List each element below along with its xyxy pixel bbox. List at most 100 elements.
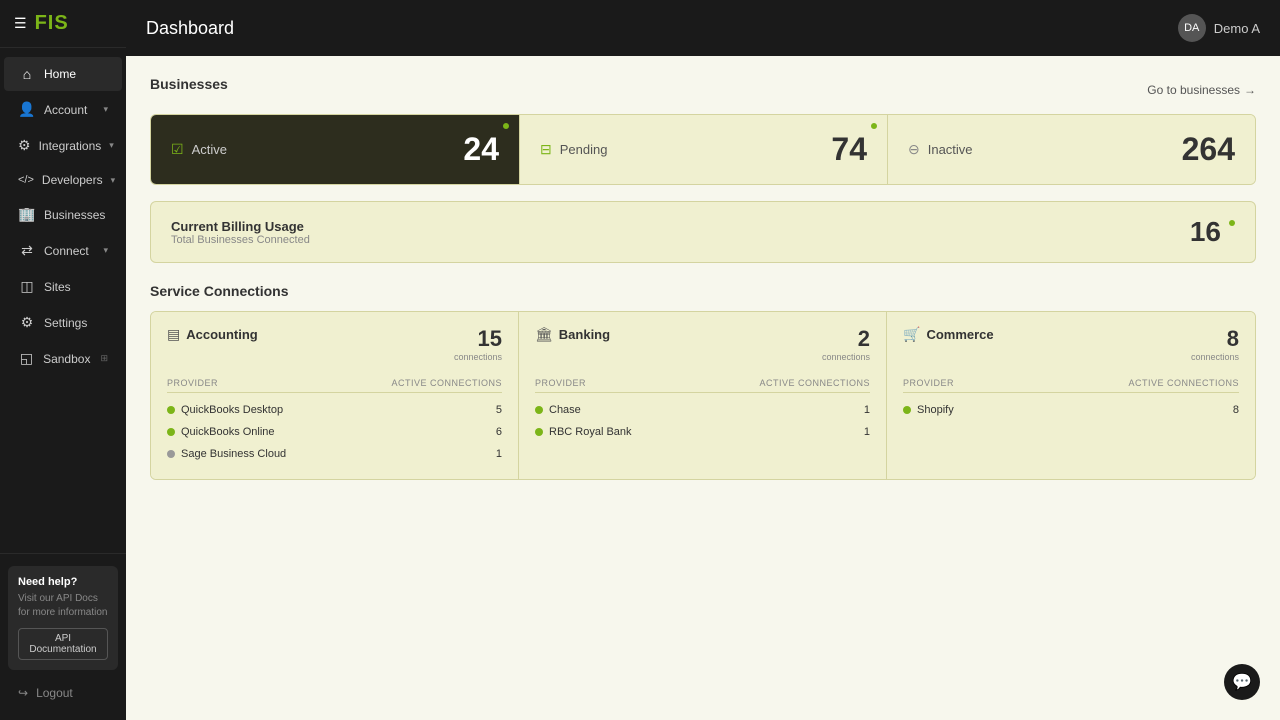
provider-name: Sage Business Cloud bbox=[181, 448, 286, 460]
sidebar-item-label: Businesses bbox=[44, 208, 108, 222]
commerce-title-row: 🛒 Commerce bbox=[903, 326, 994, 343]
sidebar-item-businesses[interactable]: 🏢 Businesses bbox=[4, 197, 122, 232]
sidebar-item-sites[interactable]: ◫ Sites bbox=[4, 269, 122, 304]
logout-icon: ↪ bbox=[18, 686, 28, 700]
sidebar-item-label: Developers bbox=[42, 173, 103, 187]
settings-icon: ⚙ bbox=[18, 314, 36, 331]
chat-bubble-button[interactable]: 💬 bbox=[1224, 664, 1260, 700]
sidebar-item-label: Sandbox bbox=[43, 352, 90, 366]
provider-name: QuickBooks Online bbox=[181, 426, 275, 438]
provider-row-left: Chase bbox=[535, 404, 864, 416]
provider-name: Shopify bbox=[917, 404, 954, 416]
status-dot-icon bbox=[167, 406, 175, 414]
accounting-service-card: ▤ Accounting 15 connections PROVIDER ACT… bbox=[151, 312, 519, 479]
sidebar-item-home[interactable]: ⌂ Home bbox=[4, 57, 122, 91]
provider-name: QuickBooks Desktop bbox=[181, 404, 283, 416]
page-title: Dashboard bbox=[146, 18, 234, 39]
provider-col-header: PROVIDER bbox=[903, 378, 1128, 388]
provider-name: RBC Royal Bank bbox=[549, 426, 632, 438]
status-dot-icon bbox=[535, 428, 543, 436]
table-row: Chase 1 bbox=[535, 399, 870, 421]
active-business-card[interactable]: ☑ Active 24 bbox=[151, 115, 519, 184]
commerce-count-label: connections bbox=[1191, 352, 1239, 362]
pending-count: 74 bbox=[831, 131, 867, 168]
arrow-right-icon: → bbox=[1244, 83, 1256, 97]
businesses-section-title: Businesses bbox=[150, 76, 228, 92]
service-connections-title: Service Connections bbox=[150, 283, 1256, 299]
integrations-icon: ⚙ bbox=[18, 137, 31, 154]
sidebar-item-label: Account bbox=[44, 103, 95, 117]
status-dot-icon bbox=[535, 406, 543, 414]
user-menu[interactable]: DA Demo A bbox=[1178, 14, 1260, 42]
go-to-businesses-label: Go to businesses bbox=[1147, 83, 1240, 97]
sidebar: ☰ FIS ⌂ Home 👤 Account ▾ ⚙ Integrations … bbox=[0, 0, 126, 720]
inactive-label: Inactive bbox=[928, 142, 973, 157]
pending-label: Pending bbox=[560, 142, 608, 157]
connections-col-header: ACTIVE CONNECTIONS bbox=[759, 378, 870, 388]
sandbox-icon: ◱ bbox=[18, 350, 35, 367]
businesses-header: Businesses Go to businesses → bbox=[150, 76, 1256, 104]
inactive-business-card[interactable]: ⊖ Inactive 264 bbox=[887, 115, 1255, 184]
sidebar-item-account[interactable]: 👤 Account ▾ bbox=[4, 92, 122, 127]
user-name: Demo A bbox=[1214, 21, 1260, 36]
sidebar-item-label: Home bbox=[44, 67, 108, 81]
service-connections-grid: ▤ Accounting 15 connections PROVIDER ACT… bbox=[150, 311, 1256, 480]
active-label: Active bbox=[192, 142, 227, 157]
logout-button[interactable]: ↪ Logout bbox=[8, 678, 118, 708]
sites-icon: ◫ bbox=[18, 278, 36, 295]
sidebar-item-label: Settings bbox=[44, 316, 108, 330]
connection-count: 1 bbox=[496, 448, 502, 460]
provider-row-left: QuickBooks Online bbox=[167, 426, 496, 438]
table-row: Sage Business Cloud 1 bbox=[167, 443, 502, 465]
provider-col-header: PROVIDER bbox=[535, 378, 759, 388]
commerce-table-header: PROVIDER ACTIVE CONNECTIONS bbox=[903, 374, 1239, 393]
go-to-businesses-link[interactable]: Go to businesses → bbox=[1147, 83, 1256, 97]
accounting-count: 15 bbox=[454, 326, 502, 352]
table-row: Shopify 8 bbox=[903, 399, 1239, 421]
commerce-title: Commerce bbox=[926, 327, 993, 342]
api-docs-button[interactable]: API Documentation bbox=[18, 628, 108, 660]
hamburger-icon[interactable]: ☰ bbox=[14, 15, 27, 32]
sidebar-item-developers[interactable]: </> Developers ▾ bbox=[4, 164, 122, 196]
chat-icon: 💬 bbox=[1232, 672, 1252, 692]
pending-card-left: ⊟ Pending bbox=[540, 141, 607, 158]
sidebar-item-label: Sites bbox=[44, 280, 108, 294]
logout-label: Logout bbox=[36, 686, 73, 700]
active-indicator bbox=[503, 123, 509, 129]
business-cards: ☑ Active 24 ⊟ Pending 74 ⊖ Inactive bbox=[150, 114, 1256, 185]
connection-count: 1 bbox=[864, 426, 870, 438]
sidebar-item-connect[interactable]: ⇄ Connect ▾ bbox=[4, 233, 122, 268]
avatar: DA bbox=[1178, 14, 1206, 42]
banking-count: 2 bbox=[822, 326, 870, 352]
billing-count-area: 16 bbox=[1190, 216, 1235, 248]
inactive-count: 264 bbox=[1182, 131, 1235, 168]
sidebar-item-settings[interactable]: ⚙ Settings bbox=[4, 305, 122, 340]
sidebar-item-integrations[interactable]: ⚙ Integrations ▾ bbox=[4, 128, 122, 163]
logo: FIS bbox=[35, 12, 69, 35]
banking-count-area: 2 connections bbox=[822, 326, 870, 362]
pending-business-card[interactable]: ⊟ Pending 74 bbox=[519, 115, 887, 184]
pending-icon: ⊟ bbox=[540, 141, 552, 158]
table-row: QuickBooks Online 6 bbox=[167, 421, 502, 443]
billing-indicator bbox=[1229, 220, 1235, 226]
sidebar-nav: ⌂ Home 👤 Account ▾ ⚙ Integrations ▾ </> … bbox=[0, 48, 126, 553]
developers-icon: </> bbox=[18, 174, 34, 186]
connections-col-header: ACTIVE CONNECTIONS bbox=[1128, 378, 1239, 388]
billing-info: Current Billing Usage Total Businesses C… bbox=[171, 219, 310, 246]
provider-row-left: RBC Royal Bank bbox=[535, 426, 864, 438]
pending-indicator bbox=[871, 123, 877, 129]
chevron-down-icon: ▾ bbox=[109, 140, 114, 151]
billing-subtitle: Total Businesses Connected bbox=[171, 234, 310, 246]
topbar: Dashboard DA Demo A bbox=[126, 0, 1280, 56]
inactive-icon: ⊖ bbox=[908, 141, 920, 158]
help-box: Need help? Visit our API Docs for more i… bbox=[8, 566, 118, 670]
accounting-count-label: connections bbox=[454, 352, 502, 362]
table-row: RBC Royal Bank 1 bbox=[535, 421, 870, 443]
sidebar-item-sandbox[interactable]: ◱ Sandbox ⊞ bbox=[4, 341, 122, 376]
help-title: Need help? bbox=[18, 576, 108, 588]
provider-row-left: QuickBooks Desktop bbox=[167, 404, 496, 416]
table-row: QuickBooks Desktop 5 bbox=[167, 399, 502, 421]
avatar-initials: DA bbox=[1184, 22, 1199, 34]
provider-col-header: PROVIDER bbox=[167, 378, 391, 388]
provider-name: Chase bbox=[549, 404, 581, 416]
